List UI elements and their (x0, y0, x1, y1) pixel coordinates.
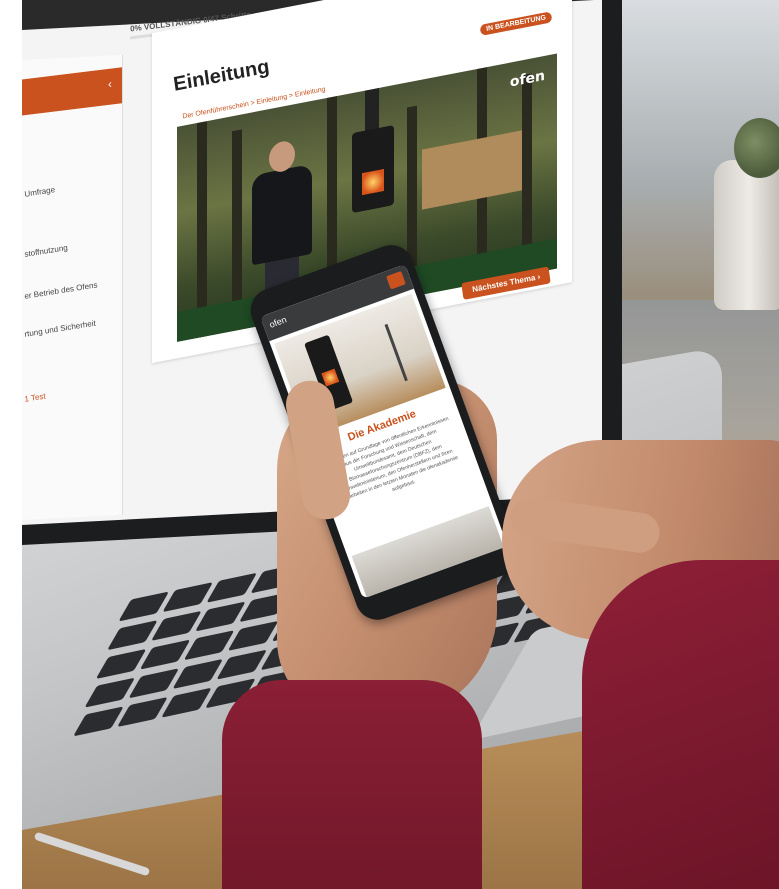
stove-pipe (365, 87, 379, 133)
plant-pot (714, 160, 779, 310)
stove (352, 125, 394, 214)
keyboard-key (172, 658, 224, 689)
keyboard-key (183, 630, 235, 661)
right-sleeve (582, 560, 779, 889)
keyboard-key (73, 706, 124, 737)
photo-scene: 0% VOLLSTÄNDIG 0/47 Schritte ‹ Umfrage s… (22, 0, 779, 889)
keyboard-key (195, 601, 246, 632)
fire (362, 168, 384, 196)
floor-lamp (384, 323, 408, 382)
keyboard-key (95, 648, 147, 679)
phone-logo: ofen (267, 314, 288, 330)
keyboard-key (216, 649, 268, 680)
keyboard-key (151, 610, 202, 641)
wood-cabinet (422, 130, 522, 210)
ofen-logo: ofen (509, 67, 545, 91)
menu-icon[interactable] (386, 270, 406, 290)
keyboard-key (139, 639, 191, 670)
left-sleeve (222, 680, 482, 889)
keyboard-key (227, 620, 279, 651)
keyboard-key (161, 687, 212, 718)
keyboard-key (128, 668, 180, 699)
chevron-left-icon: ‹ (108, 76, 112, 91)
keyboard-key (117, 696, 168, 728)
phone-second-image (351, 506, 504, 598)
keyboard-key (84, 677, 136, 708)
plant (734, 118, 779, 178)
